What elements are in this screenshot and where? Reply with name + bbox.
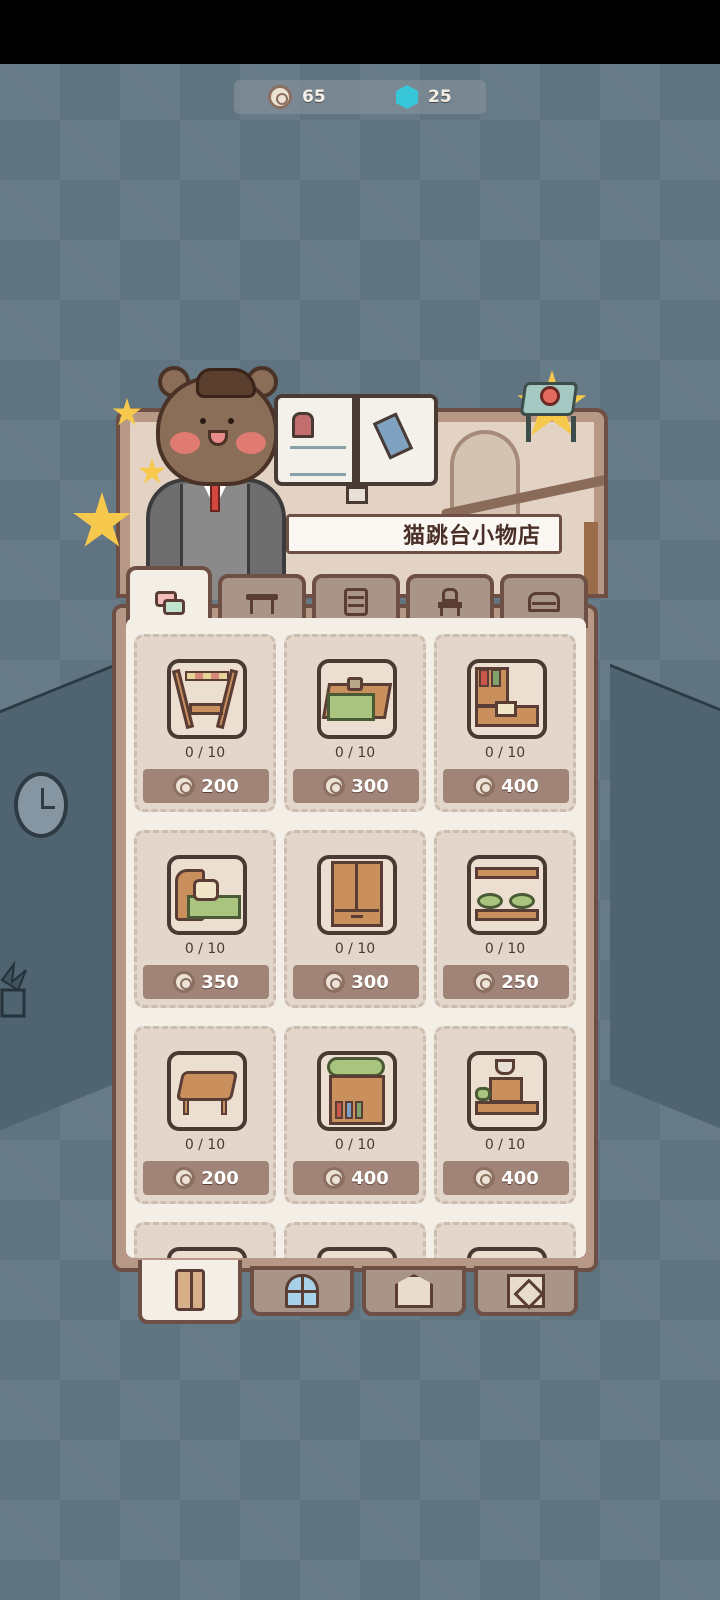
item-price: 250: [501, 971, 539, 993]
item-price: 200: [201, 775, 239, 797]
wall-icon: [507, 1274, 545, 1308]
low-table-icon: [167, 1051, 247, 1131]
floor-icon: [395, 1274, 433, 1308]
shop-item-card[interactable]: 0 / 10 400: [434, 1026, 576, 1204]
buy-button[interactable]: 300: [293, 965, 419, 999]
shop-item-card[interactable]: 0 / 10 400: [434, 634, 576, 812]
coin-counter: 65: [268, 84, 326, 110]
plant-bookshelf-icon: [317, 1051, 397, 1131]
buy-button[interactable]: 250: [443, 965, 569, 999]
tab-walls[interactable]: [474, 1266, 578, 1316]
shop-item-card[interactable]: 0 / 10 300: [284, 634, 426, 812]
shop-item-card[interactable]: 0 / 10 250: [434, 830, 576, 1008]
coin-icon: [473, 971, 496, 993]
item-price: 400: [501, 1167, 539, 1189]
shop-item-card[interactable]: 0 / 10 300: [284, 830, 426, 1008]
coin-icon: [473, 775, 496, 797]
currency-bar: 65 25: [234, 80, 486, 114]
wardrobe-icon: [175, 1269, 205, 1311]
room-wall-left: [0, 661, 120, 1139]
shop-item-card[interactable]: 0 / 10 200: [134, 1026, 276, 1204]
item-stock: 0 / 10: [334, 745, 376, 761]
coin-icon: [323, 1167, 346, 1189]
swing-chair-icon: [167, 659, 247, 739]
coin-icon: [323, 775, 346, 797]
item-stock: 0 / 10: [184, 941, 226, 957]
shop-item-card[interactable]: [134, 1222, 276, 1258]
cards-icon: [149, 587, 189, 617]
buy-button[interactable]: 200: [143, 769, 269, 803]
item-stock: 0 / 10: [184, 1137, 226, 1153]
gem-icon: [396, 85, 418, 109]
item-price: 400: [351, 1167, 389, 1189]
status-bar: [0, 0, 720, 64]
tab-floors[interactable]: [362, 1266, 466, 1316]
coin-icon: [473, 1167, 496, 1189]
flower-stool-icon: [518, 378, 584, 448]
tab-windows[interactable]: [250, 1266, 354, 1316]
item-stock: 0 / 10: [484, 745, 526, 761]
buy-button[interactable]: 400: [293, 1161, 419, 1195]
item-stock: 0 / 10: [334, 941, 376, 957]
catalog-book-icon: [272, 388, 442, 506]
wall-clock-icon: [14, 772, 68, 838]
item-price: 350: [201, 971, 239, 993]
item-thumbnail: [467, 1247, 547, 1258]
buy-button[interactable]: 200: [143, 1161, 269, 1195]
item-stock: 0 / 10: [334, 1137, 376, 1153]
shop-item-grid: 0 / 10 200 0 / 10 300 0 / 10 400 0 / 10 …: [126, 618, 586, 1258]
coin-icon: [268, 85, 292, 109]
shop-item-card[interactable]: 0 / 10 400: [284, 1026, 426, 1204]
shop-title: 猫跳台小物店: [402, 524, 541, 549]
coffee-table-icon: [467, 1051, 547, 1131]
item-stock: 0 / 10: [484, 1137, 526, 1153]
shop-item-card[interactable]: [284, 1222, 426, 1258]
buy-button[interactable]: 400: [443, 1161, 569, 1195]
tea-table-icon: [317, 659, 397, 739]
gem-amount: 25: [428, 87, 452, 107]
coin-icon: [173, 775, 196, 797]
writing-desk-icon: [467, 659, 547, 739]
item-thumbnail: [167, 1247, 247, 1258]
cat-bed-icon: [167, 855, 247, 935]
window-icon: [285, 1274, 319, 1308]
potted-plant-icon: [0, 960, 27, 1018]
item-price: 300: [351, 971, 389, 993]
room-wall-right: [610, 663, 720, 1137]
item-price: 300: [351, 775, 389, 797]
gem-counter: 25: [396, 84, 452, 110]
item-thumbnail: [317, 1247, 397, 1258]
item-price: 400: [501, 775, 539, 797]
tab-furniture[interactable]: [138, 1260, 242, 1324]
chair-icon: [430, 586, 470, 616]
coin-icon: [173, 971, 196, 993]
coin-amount: 65: [302, 87, 326, 107]
shop-item-card[interactable]: 0 / 10 200: [134, 634, 276, 812]
shop-title-banner: 猫跳台小物店: [286, 514, 562, 554]
item-price: 200: [201, 1167, 239, 1189]
item-stock: 0 / 10: [484, 941, 526, 957]
coin-icon: [173, 1167, 196, 1189]
wardrobe-icon: [317, 855, 397, 935]
bed-icon: [524, 586, 564, 616]
table-icon: [242, 586, 282, 616]
shop-item-card[interactable]: [434, 1222, 576, 1258]
buy-button[interactable]: 350: [143, 965, 269, 999]
buy-button[interactable]: 300: [293, 769, 419, 803]
coin-icon: [323, 971, 346, 993]
shop-item-card[interactable]: 0 / 10 350: [134, 830, 276, 1008]
buy-button[interactable]: 400: [443, 769, 569, 803]
item-stock: 0 / 10: [184, 745, 226, 761]
drawer-icon: [336, 586, 376, 616]
cushion-shelf-icon: [467, 855, 547, 935]
